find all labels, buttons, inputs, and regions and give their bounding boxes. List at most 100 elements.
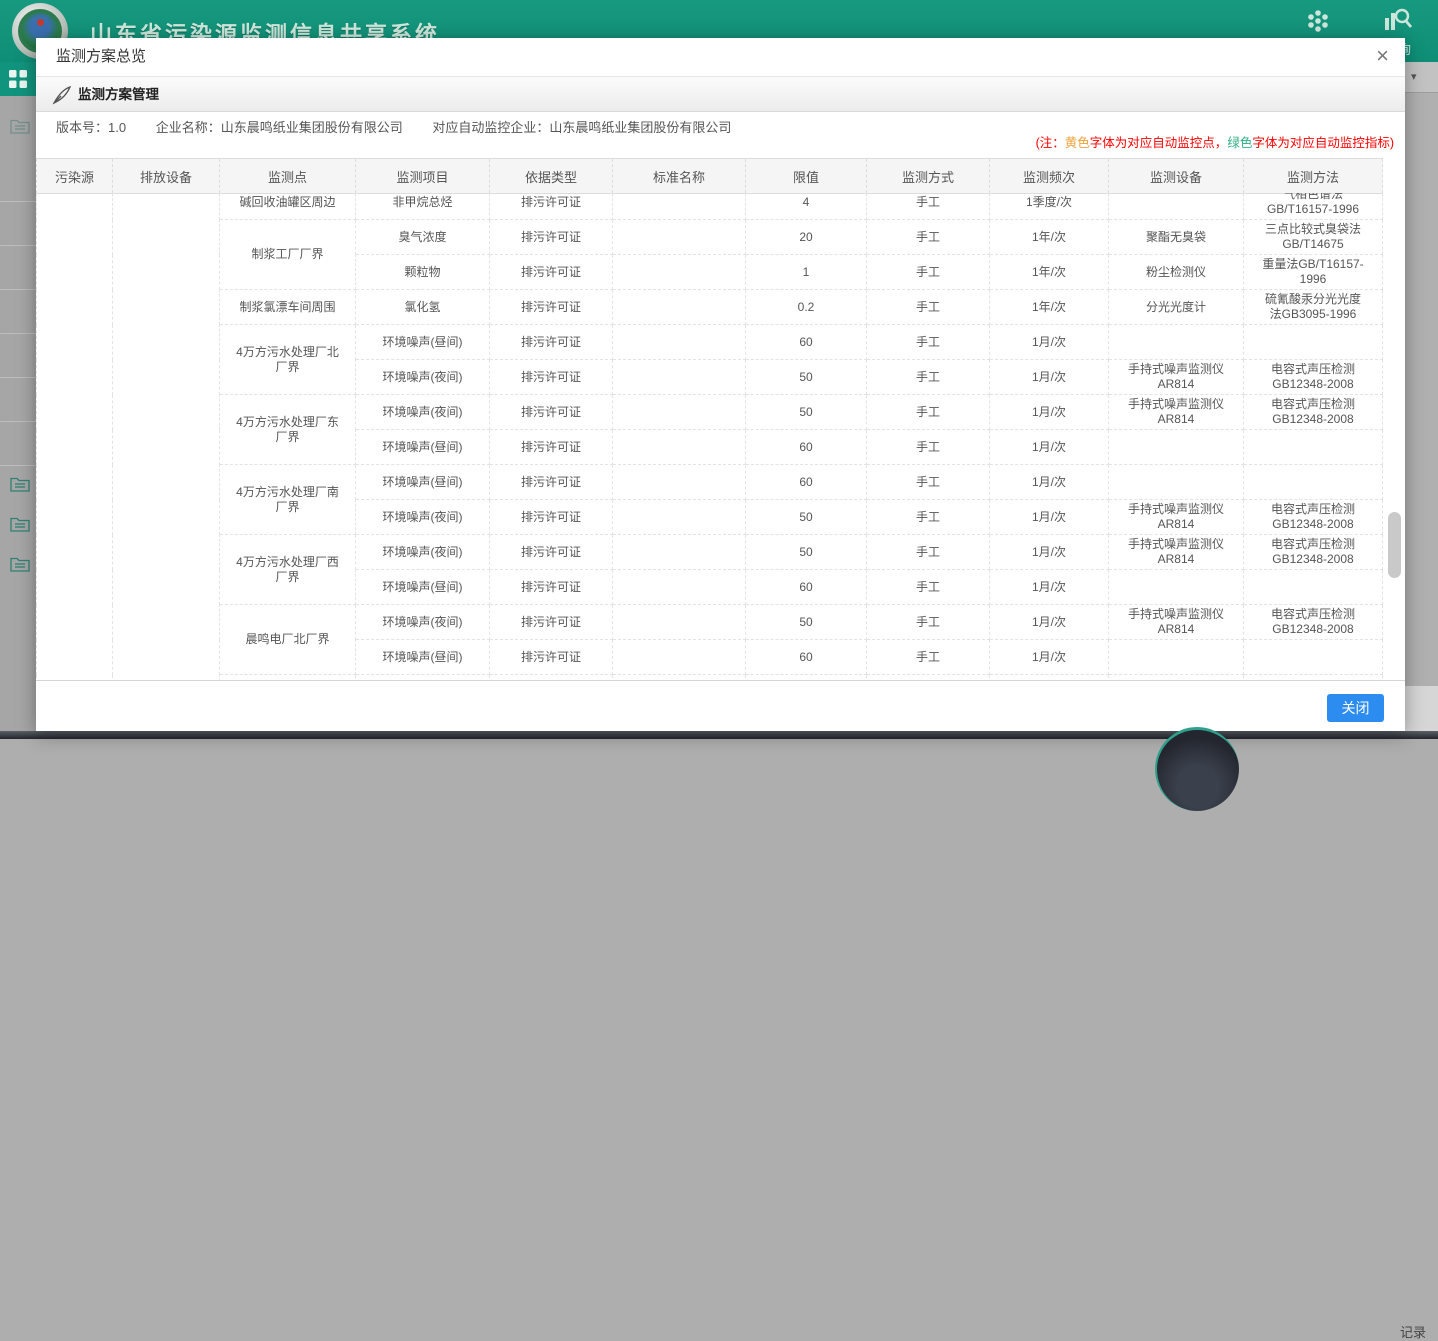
cell-monitor-method: 三点比较式臭袋法 GB/T14675 [1244, 220, 1383, 255]
modal-titlebar: 监测方案总览 × [36, 38, 1405, 76]
cell-monitor-device [1109, 465, 1244, 500]
cell-basis-type: 排污许可证 [490, 605, 613, 640]
cell-limit: 1 [746, 255, 867, 290]
cell-monitor-item: 环境噪声(夜间) [356, 360, 490, 395]
cell-limit: 60 [746, 465, 867, 500]
cell-monitor-item: 环境噪声(昼间) [356, 640, 490, 675]
cell-monitor-mode: 手工 [867, 395, 990, 430]
cell-monitor-mode: 手工 [867, 220, 990, 255]
folder-icon[interactable] [10, 516, 30, 538]
folder-icon[interactable] [10, 118, 30, 140]
table-row: 4万方污水处理厂西 厂界环境噪声(夜间)排污许可证50手工1月/次手持式噪声监测… [37, 535, 1383, 570]
close-icon[interactable]: × [1376, 43, 1389, 69]
cell-basis-type: 排污许可证 [490, 255, 613, 290]
chevron-down-icon[interactable]: ▾ [1411, 70, 1417, 83]
column-header: 监测点 [220, 159, 356, 194]
cell-monitor-method: 电容式声压检测 GB12348-2008 [1244, 500, 1383, 535]
table-row: 制浆氯漂车间周围氯化氢排污许可证0.2手工1年/次分光光度计硫氰酸汞分光光度 法… [37, 290, 1383, 325]
cell-limit: 60 [746, 570, 867, 605]
cell-monitor-device [1109, 193, 1244, 220]
column-header: 依据类型 [490, 159, 613, 194]
folder-icon[interactable] [10, 556, 30, 578]
record-count-label: 记录 [1400, 1322, 1426, 1341]
cell-monitor-item: 臭气浓度 [356, 220, 490, 255]
cell-standard-name [613, 255, 746, 290]
cell-monitor-device [1109, 570, 1244, 605]
cell-monitor-frequency: 1月/次 [990, 465, 1109, 500]
cell-monitor-method: 电容式声压检测 GB12348-2008 [1244, 360, 1383, 395]
cell-monitor-point: 制浆氯漂车间周围 [220, 290, 356, 325]
cell-monitor-device: 手持式噪声监测仪 AR814 [1109, 360, 1244, 395]
cell-monitor-device: 手持式噪声监测仪 AR814 [1109, 395, 1244, 430]
close-button[interactable]: 关闭 [1327, 694, 1384, 722]
cell-limit: 50 [746, 360, 867, 395]
cell-monitor-item: 环境噪声(夜间) [356, 500, 490, 535]
cell-limit: 50 [746, 395, 867, 430]
cell-monitor-item: 氯化氢 [356, 290, 490, 325]
cell-basis-type [490, 675, 613, 682]
cell-monitor-point: 制浆工厂厂界 [220, 220, 356, 290]
cell-monitor-frequency: 1月/次 [990, 360, 1109, 395]
cell-monitor-method [1244, 570, 1383, 605]
cell-monitor-item [356, 675, 490, 682]
cell-monitor-frequency: 1月/次 [990, 395, 1109, 430]
cell-standard-name [613, 220, 746, 255]
version-value: 1.0 [108, 120, 126, 135]
cell-standard-name [613, 430, 746, 465]
folder-icon[interactable] [10, 476, 30, 498]
cell-monitor-frequency: 1月/次 [990, 535, 1109, 570]
cell-monitor-device: 手持式噪声监测仪 [1109, 675, 1244, 682]
cell-monitor-frequency: 1年/次 [990, 220, 1109, 255]
cell-monitor-mode: 手工 [867, 465, 990, 500]
cell-standard-name [613, 193, 746, 220]
cell-standard-name [613, 675, 746, 682]
cell-monitor-device: 手持式噪声监测仪 AR814 [1109, 535, 1244, 570]
cell-basis-type: 排污许可证 [490, 640, 613, 675]
sidebar-item-active[interactable] [0, 62, 36, 96]
table-header-row: 污染源排放设备监测点监测项目依据类型标准名称限值监测方式监测频次监测设备监测方法 [37, 159, 1383, 194]
cell-monitor-item: 环境噪声(昼间) [356, 465, 490, 500]
cell-monitor-method: 电容式声压检测 GB12348-2008 [1244, 535, 1383, 570]
cell-monitor-point: 4万方污水处理厂北 厂界 [220, 325, 356, 395]
cell-limit: 60 [746, 325, 867, 360]
cell-limit: 50 [746, 500, 867, 535]
search-stats-icon [1383, 6, 1413, 32]
cell-monitor-item: 环境噪声(夜间) [356, 605, 490, 640]
sidebar [0, 62, 36, 739]
cell-monitor-frequency [990, 675, 1109, 682]
pen-icon [52, 85, 72, 105]
cell-monitor-method: 电容式声压检测 [1244, 675, 1383, 682]
cell-monitor-frequency: 1月/次 [990, 605, 1109, 640]
cell-basis-type: 排污许可证 [490, 465, 613, 500]
cell-monitor-method: 电容式声压检测 GB12348-2008 [1244, 395, 1383, 430]
cell-limit: 60 [746, 430, 867, 465]
cell-monitor-item: 环境噪声(昼间) [356, 430, 490, 465]
cell-monitor-mode: 手工 [867, 430, 990, 465]
table-row: 4万方污水处理厂南 厂界环境噪声(昼间)排污许可证60手工1月/次 [37, 465, 1383, 500]
table-row: 碱回收油罐区周边非甲烷总烃排污许可证4手工1季度/次气相色谱法 GB/T1615… [37, 193, 1383, 220]
cell-limit: 60 [746, 640, 867, 675]
monitoring-table-viewport[interactable]: 碱回收油罐区周边非甲烷总烃排污许可证4手工1季度/次气相色谱法 GB/T1615… [36, 193, 1405, 681]
cell-monitor-method [1244, 465, 1383, 500]
cell-monitor-item: 环境噪声(夜间) [356, 395, 490, 430]
table-row: 4万方污水处理厂北 厂界环境噪声(昼间)排污许可证60手工1月/次 [37, 325, 1383, 360]
company-value: 山东晨鸣纸业集团股份有限公司 [221, 120, 403, 135]
cell-basis-type: 排污许可证 [490, 193, 613, 220]
cell-monitor-point: 晨鸣电厂北厂界 [220, 605, 356, 675]
cell-monitor-point: 4万方污水处理厂南 厂界 [220, 465, 356, 535]
cell-monitor-item: 非甲烷总烃 [356, 193, 490, 220]
cell-limit: 4 [746, 193, 867, 220]
cell-standard-name [613, 605, 746, 640]
vertical-scrollbar-thumb[interactable] [1388, 512, 1401, 578]
monitoring-table-header: 污染源排放设备监测点监测项目依据类型标准名称限值监测方式监测频次监测设备监测方法 [36, 158, 1383, 194]
auto-company-label: 对应自动监控企业： [432, 120, 549, 135]
cell-monitor-method [1244, 325, 1383, 360]
version-label: 版本号： [56, 120, 108, 135]
column-header: 监测方法 [1244, 159, 1383, 194]
table-row: 晨鸣电厂北厂界环境噪声(夜间)排污许可证50手工1月/次手持式噪声监测仪 AR8… [37, 605, 1383, 640]
cell-monitor-item: 环境噪声(昼间) [356, 325, 490, 360]
cell-limit: 0.2 [746, 290, 867, 325]
cell-standard-name [613, 570, 746, 605]
section-title: 监测方案管理 [78, 77, 159, 112]
apps-grid-icon[interactable] [1305, 8, 1331, 34]
